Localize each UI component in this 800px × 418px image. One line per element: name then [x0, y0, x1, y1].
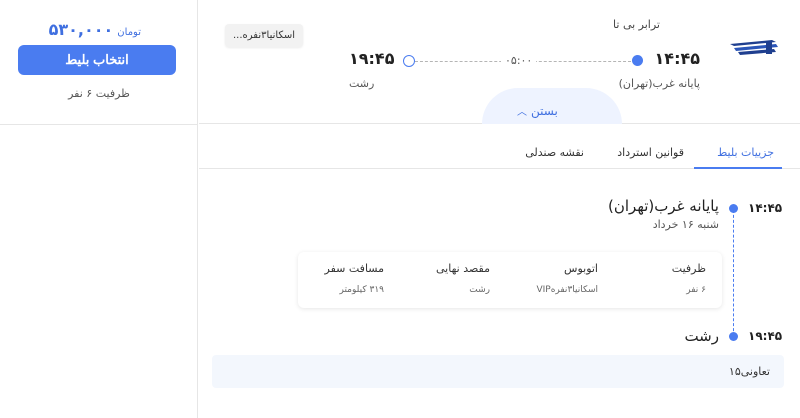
info-header: مقصد نهایی [436, 262, 490, 275]
arrival-time: ۱۹:۴۵ [349, 49, 395, 68]
arrival-dot [403, 55, 415, 67]
chevron-up-icon: ︿ [517, 107, 527, 118]
info-value: ۳۱۹ کیلومتر [339, 285, 384, 295]
close-button[interactable]: ︿ بستن [517, 103, 558, 119]
select-ticket-button[interactable]: انتخاب بلیط [18, 45, 176, 75]
arrival-city: رشت [349, 77, 375, 90]
info-header: مسافت سفر [324, 262, 384, 275]
cooperative-name: تعاونی۱۵ [728, 365, 770, 378]
company-logo-icon [730, 40, 778, 55]
timeline-end-time: ۱۹:۴۵ [748, 329, 783, 343]
trip-duration: ۰۵:۰۰ [501, 54, 537, 67]
tab-refund-rules[interactable]: قوانین استرداد [617, 146, 684, 159]
info-bus: اتوبوس اسکانیا۳نفرهVIP [536, 262, 598, 295]
departure-city: پایانه غرب(تهران) [618, 77, 700, 90]
trip-summary: ترابر بی تا اسکانیا۳نفره... ۱۴:۴۵ پایانه… [199, 0, 800, 124]
timeline-end-city: رشت [684, 327, 719, 345]
timeline-end-dot [729, 332, 738, 341]
info-destination: مقصد نهایی رشت [436, 262, 490, 295]
divider [0, 124, 198, 125]
active-tab-indicator [694, 167, 782, 169]
bus-type-chip[interactable]: اسکانیا۳نفره... [225, 24, 304, 47]
price: تومان ۵۳۰,۰۰۰ [49, 20, 141, 39]
departure-time: ۱۴:۴۵ [654, 49, 700, 68]
departure-dot [632, 55, 643, 66]
tab-seat-map[interactable]: نقشه صندلی [525, 146, 584, 159]
timeline-start-date: شنبه ۱۶ خرداد [652, 218, 719, 231]
info-header: ظرفیت [671, 262, 706, 275]
tab-ticket-details[interactable]: جزییات بلیط [717, 146, 774, 159]
cooperative-bar: تعاونی۱۵ [212, 355, 784, 388]
info-capacity: ظرفیت ۶ نفر [672, 262, 706, 295]
info-value: اسکانیا۳نفرهVIP [536, 285, 598, 295]
price-panel: تومان ۵۳۰,۰۰۰ انتخاب بلیط ظرفیت ۶ نفر [0, 0, 198, 418]
info-distance: مسافت سفر ۳۱۹ کیلومتر [325, 262, 384, 295]
price-unit: تومان [117, 27, 141, 38]
info-value: ۶ نفر [686, 285, 706, 295]
company-name: ترابر بی تا [613, 18, 660, 31]
trip-info-table: ظرفیت ۶ نفر اتوبوس اسکانیا۳نفرهVIP مقصد … [298, 252, 722, 308]
timeline-start-city: پایانه غرب(تهران) [608, 197, 719, 215]
detail-tabs: جزییات بلیط قوانین استرداد نقشه صندلی [199, 140, 800, 169]
info-header: اتوبوس [564, 262, 598, 275]
info-value: رشت [469, 285, 490, 295]
close-label: بستن [531, 103, 558, 118]
price-value: ۵۳۰,۰۰۰ [48, 20, 114, 39]
timeline-start-dot [729, 204, 738, 213]
timeline-start-time: ۱۴:۴۵ [748, 201, 783, 215]
timeline-line [733, 210, 734, 336]
capacity-label: ظرفیت ۶ نفر [68, 87, 130, 100]
